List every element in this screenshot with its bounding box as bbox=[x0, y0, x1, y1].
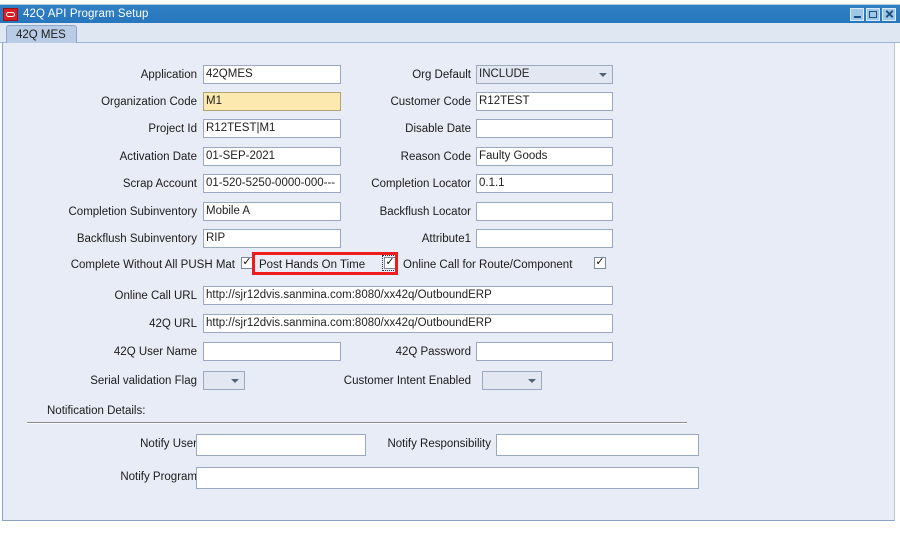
label-organization-code: Organization Code bbox=[101, 96, 197, 108]
label-notify-responsibility: Notify Responsibility bbox=[387, 438, 491, 450]
oracle-logo-icon bbox=[3, 7, 18, 21]
window-title: 42Q API Program Setup bbox=[23, 8, 149, 20]
window-controls bbox=[850, 7, 900, 21]
dropdown-org-default[interactable]: INCLUDE bbox=[476, 65, 613, 84]
label-notify-user: Notify User bbox=[140, 438, 197, 450]
label-notify-program: Notify Program bbox=[120, 471, 197, 483]
label-customer-code: Customer Code bbox=[390, 96, 471, 108]
field-activation-date[interactable]: 01-SEP-2021 bbox=[203, 147, 341, 166]
field-notify-program[interactable] bbox=[196, 467, 699, 489]
window-titlebar[interactable]: 42Q API Program Setup bbox=[0, 5, 900, 23]
minimize-icon[interactable] bbox=[850, 7, 864, 21]
label-application: Application bbox=[140, 69, 197, 81]
dropdown-customer-intent-enabled[interactable] bbox=[482, 371, 542, 390]
field-notify-responsibility[interactable] bbox=[496, 434, 699, 456]
tab-label: 42Q MES bbox=[16, 28, 66, 41]
dropdown-org-default-value: INCLUDE bbox=[479, 68, 530, 80]
label-activation-date: Activation Date bbox=[119, 151, 197, 163]
label-backflush-locator: Backflush Locator bbox=[379, 206, 471, 218]
maximize-icon[interactable] bbox=[866, 7, 880, 21]
label-online-call-for-route-component: Online Call for Route/Component bbox=[403, 259, 573, 271]
form-canvas: Application 42QMES Organization Code M1 … bbox=[2, 43, 895, 521]
checkbox-online-call-for-route-component[interactable]: ✓ bbox=[594, 257, 606, 269]
application-window: 42Q API Program Setup 42Q MES Applicatio… bbox=[0, 0, 900, 534]
label-customer-intent-enabled: Customer Intent Enabled bbox=[343, 375, 471, 387]
field-completion-subinventory[interactable]: Mobile A bbox=[203, 202, 341, 221]
field-42q-user-name[interactable] bbox=[203, 342, 341, 361]
tab-strip: 42Q MES bbox=[0, 23, 900, 43]
field-project-id[interactable]: R12TEST|M1 bbox=[203, 119, 341, 138]
label-org-default: Org Default bbox=[412, 69, 471, 81]
label-scrap-account: Scrap Account bbox=[122, 178, 197, 190]
field-application[interactable]: 42QMES bbox=[203, 65, 341, 84]
label-42q-password: 42Q Password bbox=[395, 346, 471, 358]
label-reason-code: Reason Code bbox=[400, 151, 471, 163]
label-disable-date: Disable Date bbox=[405, 123, 471, 135]
label-complete-without-all-push-mat: Complete Without All PUSH Mat bbox=[70, 259, 235, 271]
chevron-down-icon bbox=[231, 379, 239, 383]
field-42q-password[interactable] bbox=[476, 342, 613, 361]
field-reason-code[interactable]: Faulty Goods bbox=[476, 147, 613, 166]
tab-42q-mes[interactable]: 42Q MES bbox=[6, 25, 77, 43]
label-completion-locator: Completion Locator bbox=[371, 178, 471, 190]
field-backflush-subinventory[interactable]: RIP bbox=[203, 229, 341, 248]
checkbox-post-hands-on-time[interactable]: ✓ bbox=[382, 255, 398, 271]
label-serial-validation-flag: Serial validation Flag bbox=[90, 375, 197, 387]
chevron-down-icon bbox=[528, 379, 536, 383]
field-backflush-locator[interactable] bbox=[476, 202, 613, 221]
label-42q-url: 42Q URL bbox=[149, 318, 197, 330]
label-completion-subinventory: Completion Subinventory bbox=[68, 206, 198, 218]
field-scrap-account[interactable]: 01-520-5250-0000-000--- bbox=[203, 174, 341, 193]
dropdown-serial-validation-flag[interactable] bbox=[203, 371, 245, 390]
section-label-notification-details: Notification Details: bbox=[47, 405, 146, 417]
field-organization-code[interactable]: M1 bbox=[203, 92, 341, 111]
field-disable-date[interactable] bbox=[476, 119, 613, 138]
label-backflush-subinventory: Backflush Subinventory bbox=[76, 233, 197, 245]
form-panel: Application 42QMES Organization Code M1 … bbox=[3, 43, 894, 520]
close-icon[interactable] bbox=[882, 7, 896, 21]
label-42q-user-name: 42Q User Name bbox=[113, 346, 197, 358]
chevron-down-icon bbox=[599, 73, 607, 77]
field-attribute1[interactable] bbox=[476, 229, 613, 248]
label-online-call-url: Online Call URL bbox=[114, 290, 197, 302]
field-completion-locator[interactable]: 0.1.1 bbox=[476, 174, 613, 193]
field-customer-code[interactable]: R12TEST bbox=[476, 92, 613, 111]
checkbox-complete-without-all-push-mat[interactable]: ✓ bbox=[241, 257, 253, 269]
label-post-hands-on-time: Post Hands On Time bbox=[259, 259, 366, 271]
field-42q-url[interactable]: http://sjr12dvis.sanmina.com:8080/xx42q/… bbox=[203, 314, 613, 333]
label-project-id: Project Id bbox=[148, 123, 197, 135]
field-online-call-url[interactable]: http://sjr12dvis.sanmina.com:8080/xx42q/… bbox=[203, 286, 613, 305]
section-divider bbox=[27, 422, 687, 424]
label-attribute1: Attribute1 bbox=[421, 233, 471, 245]
